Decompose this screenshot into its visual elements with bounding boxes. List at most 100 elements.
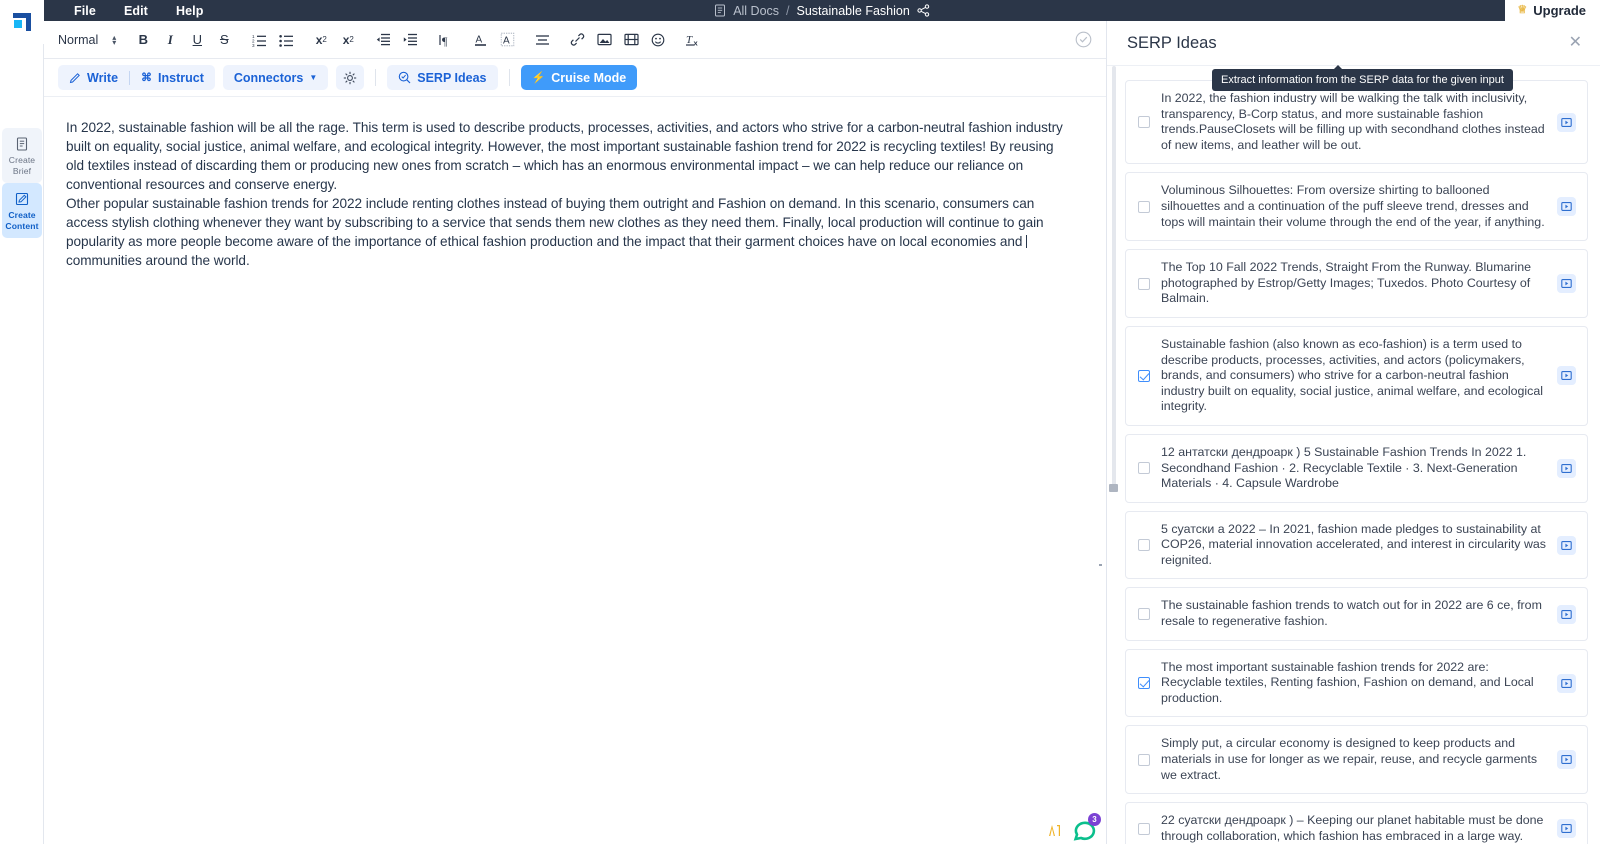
menu-help[interactable]: Help — [162, 2, 218, 20]
pencil-icon — [69, 72, 81, 84]
write-button[interactable]: Write — [58, 65, 129, 90]
indent-increase-icon-button[interactable] — [397, 27, 423, 53]
serp-idea-card[interactable]: 5 суатски a 2022 – In 2021, fashion made… — [1125, 511, 1588, 580]
sidebar-item-create-brief[interactable]: Create Brief — [2, 128, 42, 183]
insert-into-document-icon[interactable] — [1557, 750, 1576, 769]
highlight-icon-button[interactable]: A — [494, 27, 520, 53]
bottom-widgets: 3 — [1045, 816, 1098, 842]
serp-idea-text: The Top 10 Fall 2022 Trends, Straight Fr… — [1161, 260, 1546, 307]
write-instruct-group: Write ⌘ Instruct — [58, 65, 215, 90]
upgrade-button[interactable]: ♕ Upgrade — [1505, 0, 1600, 21]
menu-file[interactable]: File — [60, 2, 110, 20]
indent-group — [370, 27, 423, 53]
serp-idea-card[interactable]: 22 суатски дендроарк ) – Keeping our pla… — [1125, 802, 1588, 844]
svg-text:3: 3 — [252, 43, 255, 47]
connectors-dropdown[interactable]: Connectors ▼ — [223, 65, 328, 90]
share-icon[interactable] — [917, 4, 930, 17]
document-paragraph-1[interactable]: In 2022, sustainable fashion will be all… — [66, 118, 1072, 194]
underline-button[interactable]: U — [184, 27, 210, 53]
insert-into-document-icon[interactable] — [1557, 459, 1576, 478]
subscript-button[interactable]: x2 — [308, 27, 334, 53]
serp-idea-card[interactable]: 12 антатски дендроарк ) 5 Sustainable Fa… — [1125, 434, 1588, 503]
sidebar-item-create-content[interactable]: Create Content — [2, 183, 42, 238]
breadcrumb-separator: / — [786, 4, 789, 18]
left-rail: Create Brief Create Content — [0, 0, 44, 844]
instruct-button[interactable]: ⌘ Instruct — [130, 65, 215, 90]
serp-idea-checkbox[interactable] — [1138, 370, 1150, 382]
insert-into-document-icon[interactable] — [1557, 197, 1576, 216]
insert-into-document-icon[interactable] — [1557, 819, 1576, 838]
text-cursor — [1026, 235, 1027, 248]
link-icon-button[interactable] — [564, 27, 590, 53]
svg-text:A: A — [503, 36, 510, 47]
upgrade-label: Upgrade — [1533, 3, 1586, 18]
bolt-icon: ⚡ — [532, 71, 546, 84]
insert-into-document-icon[interactable] — [1557, 674, 1576, 693]
bullet-list-button[interactable] — [273, 27, 299, 53]
breadcrumb-doc-title[interactable]: Sustainable Fashion — [797, 4, 910, 18]
insert-into-document-icon[interactable] — [1557, 536, 1576, 555]
serp-idea-card[interactable]: The Top 10 Fall 2022 Trends, Straight Fr… — [1125, 249, 1588, 318]
paragraph-direction-icon-button[interactable]: ¶ — [432, 27, 458, 53]
format-toolbar: Normal ▴▾ B I U S 1 2 3 — [44, 21, 1106, 59]
insert-into-document-icon[interactable] — [1557, 366, 1576, 385]
save-status-icon — [1075, 31, 1092, 48]
serp-idea-checkbox[interactable] — [1138, 677, 1150, 689]
document-paragraph-2[interactable]: Other popular sustainable fashion trends… — [66, 194, 1072, 270]
serp-ideas-button[interactable]: SERP Ideas — [387, 65, 497, 90]
serp-idea-card[interactable]: The most important sustainable fashion t… — [1125, 649, 1588, 718]
image-icon-button[interactable] — [591, 27, 617, 53]
panel-scroll-thumb[interactable] — [1109, 484, 1118, 492]
font-color-icon-button[interactable]: A — [467, 27, 493, 53]
insert-into-document-icon[interactable] — [1557, 605, 1576, 624]
write-label: Write — [87, 71, 118, 85]
align-icon-button[interactable] — [529, 27, 555, 53]
serp-tooltip: Extract information from the SERP data f… — [1212, 69, 1513, 91]
command-icon: ⌘ — [141, 71, 152, 84]
serp-idea-card[interactable]: Sustainable fashion (also known as eco-f… — [1125, 326, 1588, 426]
serp-cards-list[interactable]: In 2022, the fashion industry will be wa… — [1107, 66, 1600, 844]
close-icon[interactable]: ✕ — [1569, 35, 1582, 51]
strikethrough-button[interactable]: S — [211, 27, 237, 53]
menu-edit[interactable]: Edit — [110, 2, 162, 20]
serp-idea-checkbox[interactable] — [1138, 462, 1150, 474]
serp-idea-checkbox[interactable] — [1138, 278, 1150, 290]
editor-scrollbar-marker[interactable] — [1099, 564, 1102, 566]
serp-idea-checkbox[interactable] — [1138, 608, 1150, 620]
insert-into-document-icon[interactable] — [1557, 274, 1576, 293]
clear-format-icon-button[interactable]: T x — [680, 27, 706, 53]
serp-idea-card[interactable]: The sustainable fashion trends to watch … — [1125, 587, 1588, 640]
serp-idea-checkbox[interactable] — [1138, 201, 1150, 213]
panel-scrollbar[interactable] — [1112, 66, 1116, 844]
superscript-button[interactable]: x2 — [335, 27, 361, 53]
cruise-mode-button[interactable]: ⚡ Cruise Mode — [521, 65, 638, 90]
document-icon — [714, 4, 726, 17]
serp-idea-card[interactable]: Simply put, a circular economy is design… — [1125, 725, 1588, 794]
emoji-icon-button[interactable] — [645, 27, 671, 53]
insert-into-document-icon[interactable] — [1557, 113, 1576, 132]
cruise-mode-label: Cruise Mode — [551, 71, 626, 85]
video-icon-button[interactable] — [618, 27, 644, 53]
italic-button[interactable]: I — [157, 27, 183, 53]
panel-title: SERP Ideas — [1127, 34, 1217, 53]
toolbar-divider-2 — [509, 69, 510, 86]
serp-idea-checkbox[interactable] — [1138, 754, 1150, 766]
serp-idea-card[interactable]: Voluminous Silhouettes: From oversize sh… — [1125, 172, 1588, 241]
grammarly-icon[interactable] — [1045, 820, 1065, 842]
bold-button[interactable]: B — [130, 27, 156, 53]
paragraph-style-select[interactable]: Normal ▴▾ — [58, 31, 122, 49]
settings-button[interactable] — [336, 65, 364, 90]
document-editor[interactable]: In 2022, sustainable fashion will be all… — [44, 98, 1106, 844]
serp-idea-card[interactable]: In 2022, the fashion industry will be wa… — [1125, 80, 1588, 164]
sidebar-item-create-content-line1: Create — [8, 210, 35, 220]
serp-idea-checkbox[interactable] — [1138, 823, 1150, 835]
breadcrumb-all-docs[interactable]: All Docs — [733, 4, 779, 18]
ordered-list-button[interactable]: 1 2 3 — [246, 27, 272, 53]
serp-ideas-label: SERP Ideas — [417, 71, 486, 85]
app-logo[interactable] — [0, 0, 44, 44]
panel-scroll-track — [1112, 66, 1116, 486]
serp-idea-checkbox[interactable] — [1138, 116, 1150, 128]
indent-decrease-icon-button[interactable] — [370, 27, 396, 53]
serp-idea-checkbox[interactable] — [1138, 539, 1150, 551]
chat-bubble-icon[interactable]: 3 — [1072, 816, 1098, 842]
